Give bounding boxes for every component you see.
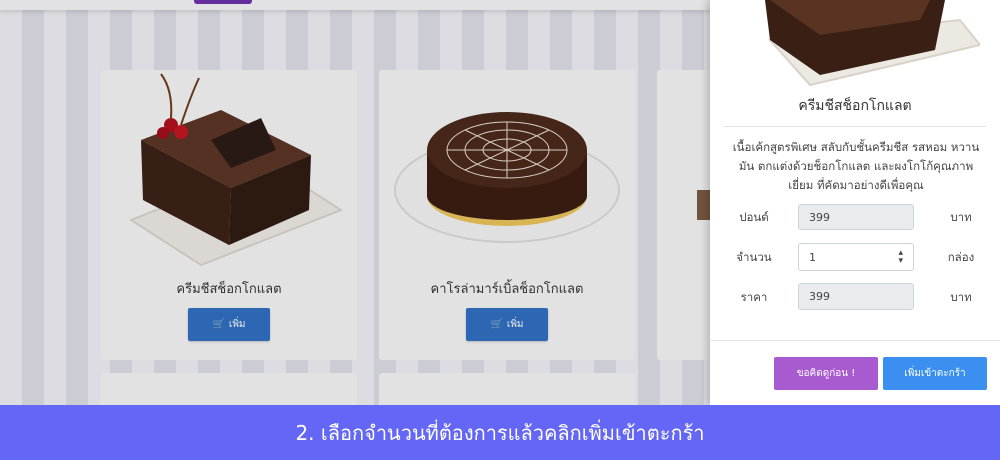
detail-product-image [765,0,980,87]
price-unit: บาท [950,290,972,304]
price-label: ราคา [740,290,768,304]
quantity-value: 1 [809,250,816,264]
quantity-unit: กล่อง [947,250,975,264]
instruction-caption: 2. เลือกจำนวนที่ต้องการแล้วคลิกเพิ่มเข้า… [0,405,1000,460]
detail-title: ครีมชีสช็อกโกแลต [798,98,912,114]
pound-value: 399 [809,210,830,224]
select-arrows-icon: ▴ ▾ [898,248,903,266]
quantity-select[interactable]: 1 ▴ ▾ [798,243,914,271]
pound-field: 399 [798,204,914,230]
pound-unit: บาท [950,210,972,224]
add-to-cart-button[interactable]: เพิ่มเข้าตะกร้า [883,357,987,390]
think-first-button[interactable]: ขอคิดดูก่อน ! [774,357,878,390]
divider [724,126,986,127]
pound-label: ปอนด์ [739,210,769,224]
quantity-label: จำนวน [736,250,772,264]
divider [710,340,1000,341]
detail-description: เนื้อเค้กสูตรพิเศษ สลับกับชั้นครีมชีส รส… [732,140,980,192]
price-field: 399 [798,283,914,310]
product-detail-panel: ครีมชีสช็อกโกแลต เนื้อเค้กสูตรพิเศษ สลับ… [710,0,1000,405]
price-value: 399 [809,290,830,303]
